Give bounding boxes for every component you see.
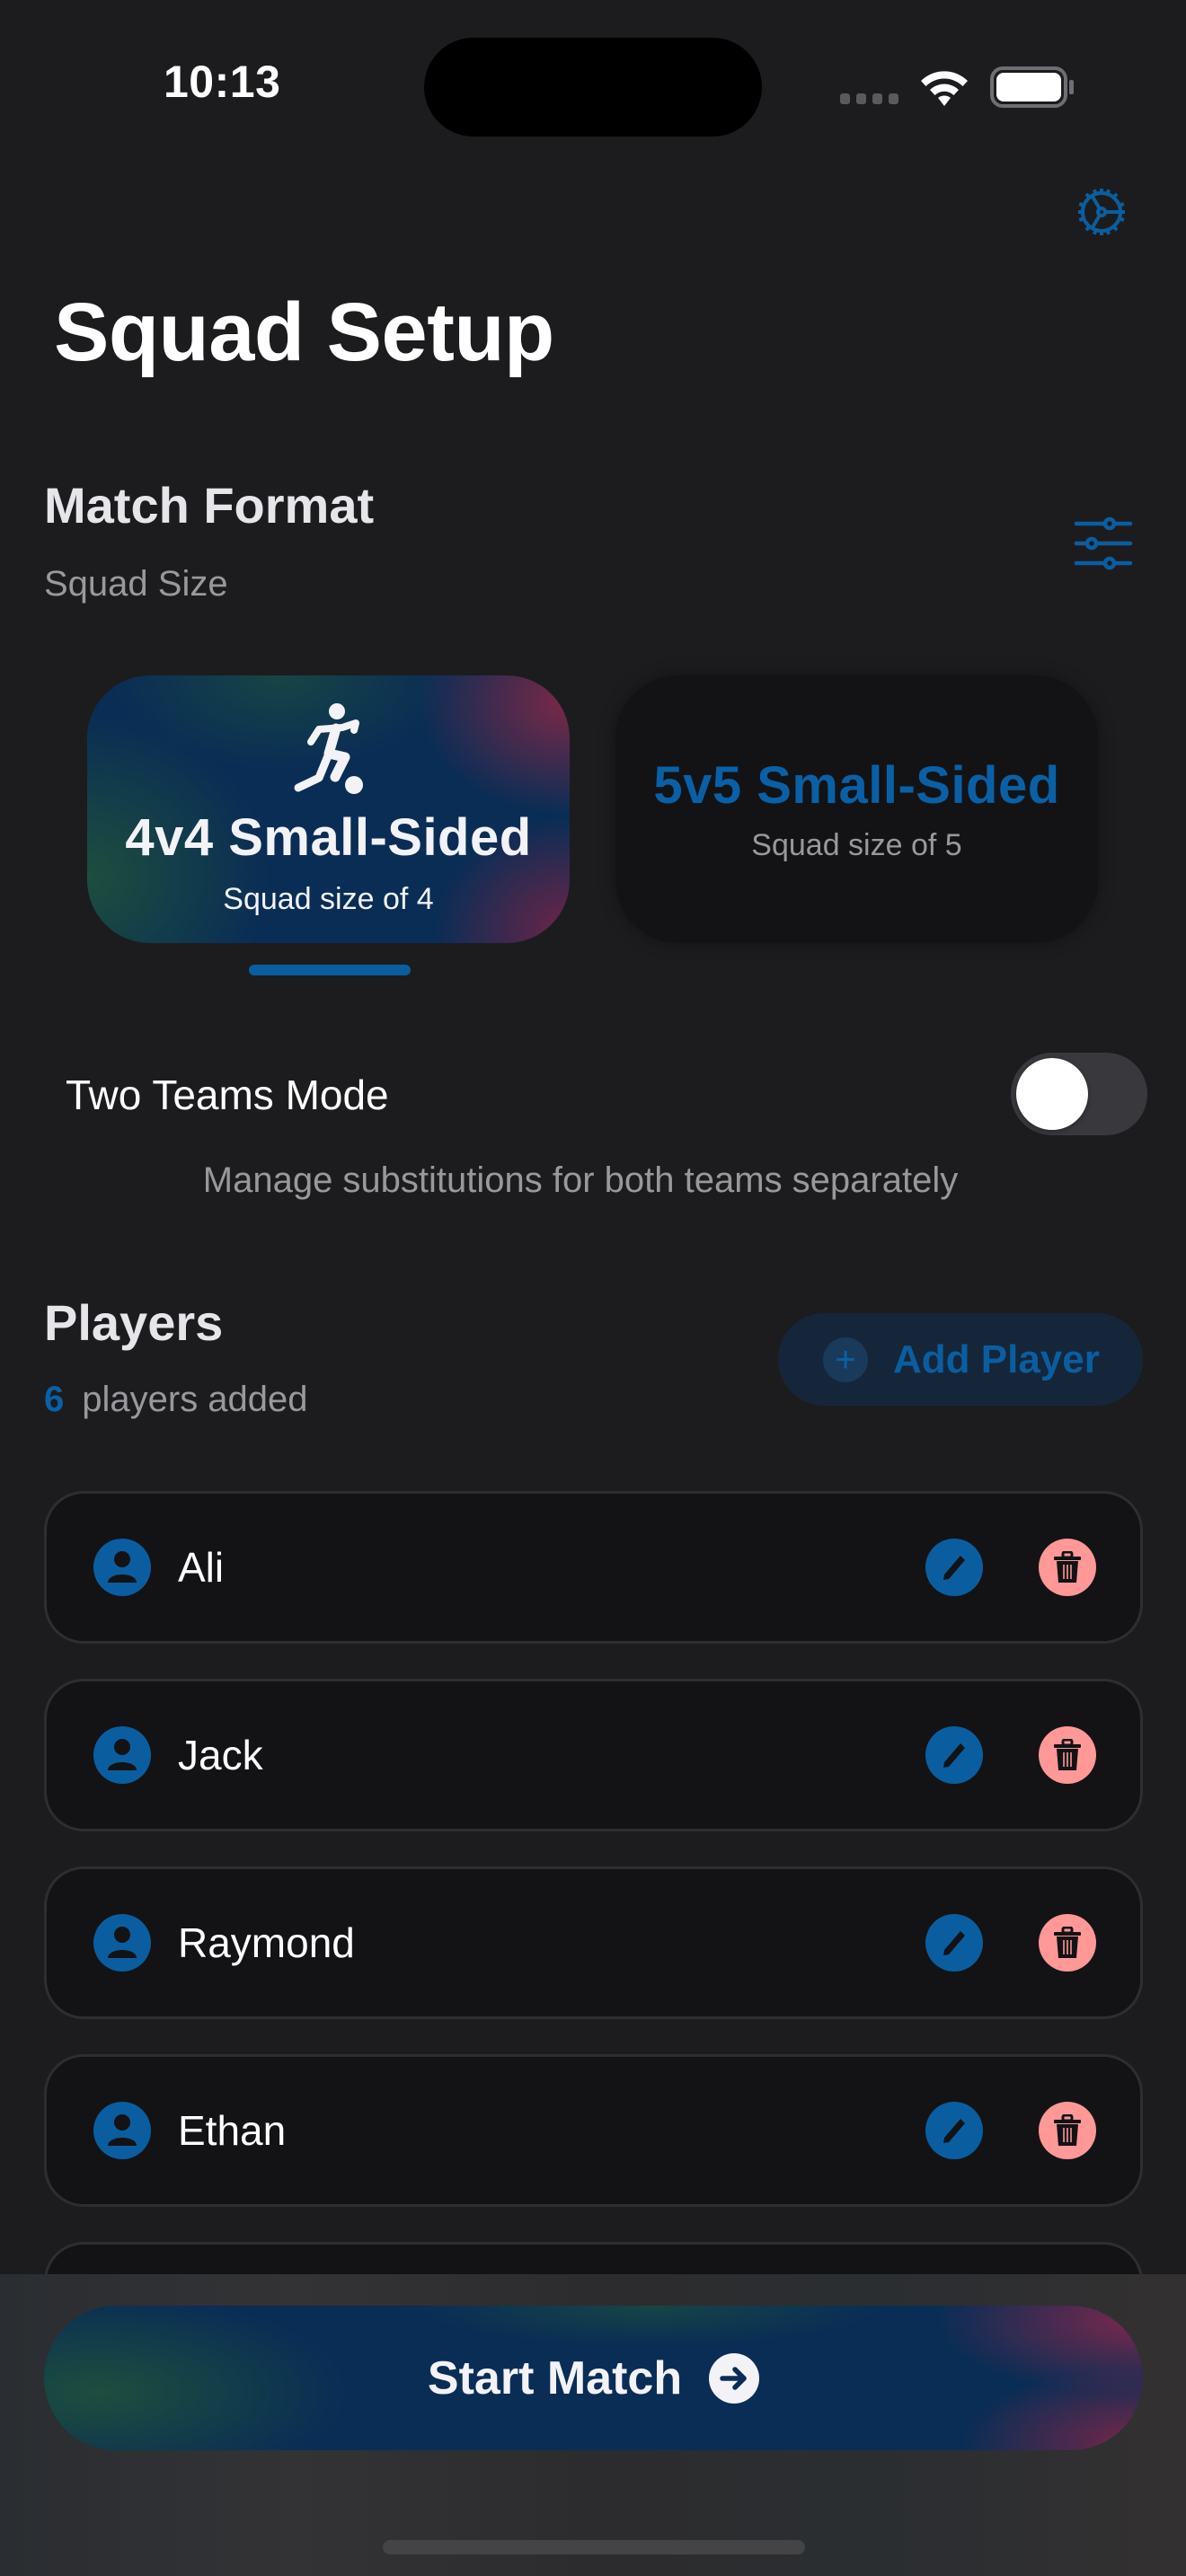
format-subtitle: Squad size of 4: [223, 882, 434, 916]
add-player-label: Add Player: [893, 1337, 1100, 1381]
players-heading: Players: [44, 1294, 224, 1351]
edit-player-button[interactable]: [925, 1726, 983, 1784]
player-name: Jack: [178, 1732, 263, 1778]
person-icon: [93, 1914, 151, 1972]
trash-icon: [1054, 1739, 1081, 1770]
wifi-icon: [921, 71, 968, 106]
delete-player-button[interactable]: [1039, 1539, 1096, 1596]
edit-player-button[interactable]: [925, 1914, 983, 1972]
plus-circle-icon: +: [823, 1337, 868, 1382]
player-row: Raymond: [44, 1866, 1143, 2019]
trash-icon: [1054, 1551, 1081, 1583]
dynamic-island: [424, 38, 762, 137]
squad-size-label: Squad Size: [44, 564, 228, 604]
format-title: 5v5 Small-Sided: [653, 756, 1060, 815]
person-icon: [93, 1539, 151, 1596]
pencil-icon: [943, 1743, 965, 1768]
pencil-icon: [943, 2119, 965, 2143]
home-indicator[interactable]: [383, 2540, 805, 2554]
delete-player-button[interactable]: [1039, 1914, 1096, 1972]
pencil-icon: [943, 1931, 965, 1955]
two-teams-mode-label: Two Teams Mode: [66, 1072, 389, 1118]
battery-icon: [990, 66, 1074, 108]
delete-player-button[interactable]: [1039, 2102, 1096, 2159]
cellular-signal-icon: [840, 93, 898, 104]
person-icon: [93, 2102, 151, 2159]
player-name: Ethan: [178, 2107, 287, 2154]
edit-player-button[interactable]: [925, 2102, 983, 2159]
player-row: Ali: [44, 1491, 1143, 1644]
add-player-button[interactable]: + Add Player: [778, 1313, 1143, 1406]
two-teams-mode-description: Manage substitutions for both teams sepa…: [202, 1160, 959, 1200]
person-icon: [93, 1726, 151, 1784]
format-card-4v4[interactable]: 4v4 Small-Sided Squad size of 4: [87, 675, 570, 943]
format-card-5v5[interactable]: 5v5 Small-Sided Squad size of 5: [615, 675, 1098, 943]
sliders-icon[interactable]: [1074, 516, 1133, 570]
match-format-heading: Match Format: [44, 477, 375, 534]
player-name: Raymond: [178, 1919, 355, 1966]
format-title: 4v4 Small-Sided: [125, 808, 532, 867]
players-count-number: 6: [44, 1380, 65, 1419]
edit-player-button[interactable]: [925, 1539, 983, 1596]
players-count-suffix: players added: [82, 1380, 308, 1419]
format-page-indicator: [249, 965, 411, 975]
toggle-knob: [1016, 1058, 1088, 1130]
player-row: Ethan: [44, 2054, 1143, 2207]
page-title: Squad Setup: [54, 287, 554, 378]
arrow-right-circle-icon: [709, 2352, 760, 2404]
start-match-label: Start Match: [427, 2351, 683, 2404]
players-count: 6 players added: [44, 1380, 308, 1420]
two-teams-mode-toggle[interactable]: [1011, 1053, 1147, 1135]
format-subtitle: Squad size of 5: [751, 828, 962, 862]
player-name: Ali: [178, 1544, 225, 1591]
status-time: 10:13: [164, 57, 281, 107]
soccer-player-icon: [294, 703, 363, 794]
start-match-button[interactable]: Start Match: [44, 2306, 1143, 2450]
trash-icon: [1054, 1927, 1081, 1958]
pencil-icon: [943, 1556, 965, 1580]
player-row: Jack: [44, 1679, 1143, 1831]
gear-icon[interactable]: [1075, 185, 1128, 239]
trash-icon: [1054, 2114, 1081, 2146]
delete-player-button[interactable]: [1039, 1726, 1096, 1784]
